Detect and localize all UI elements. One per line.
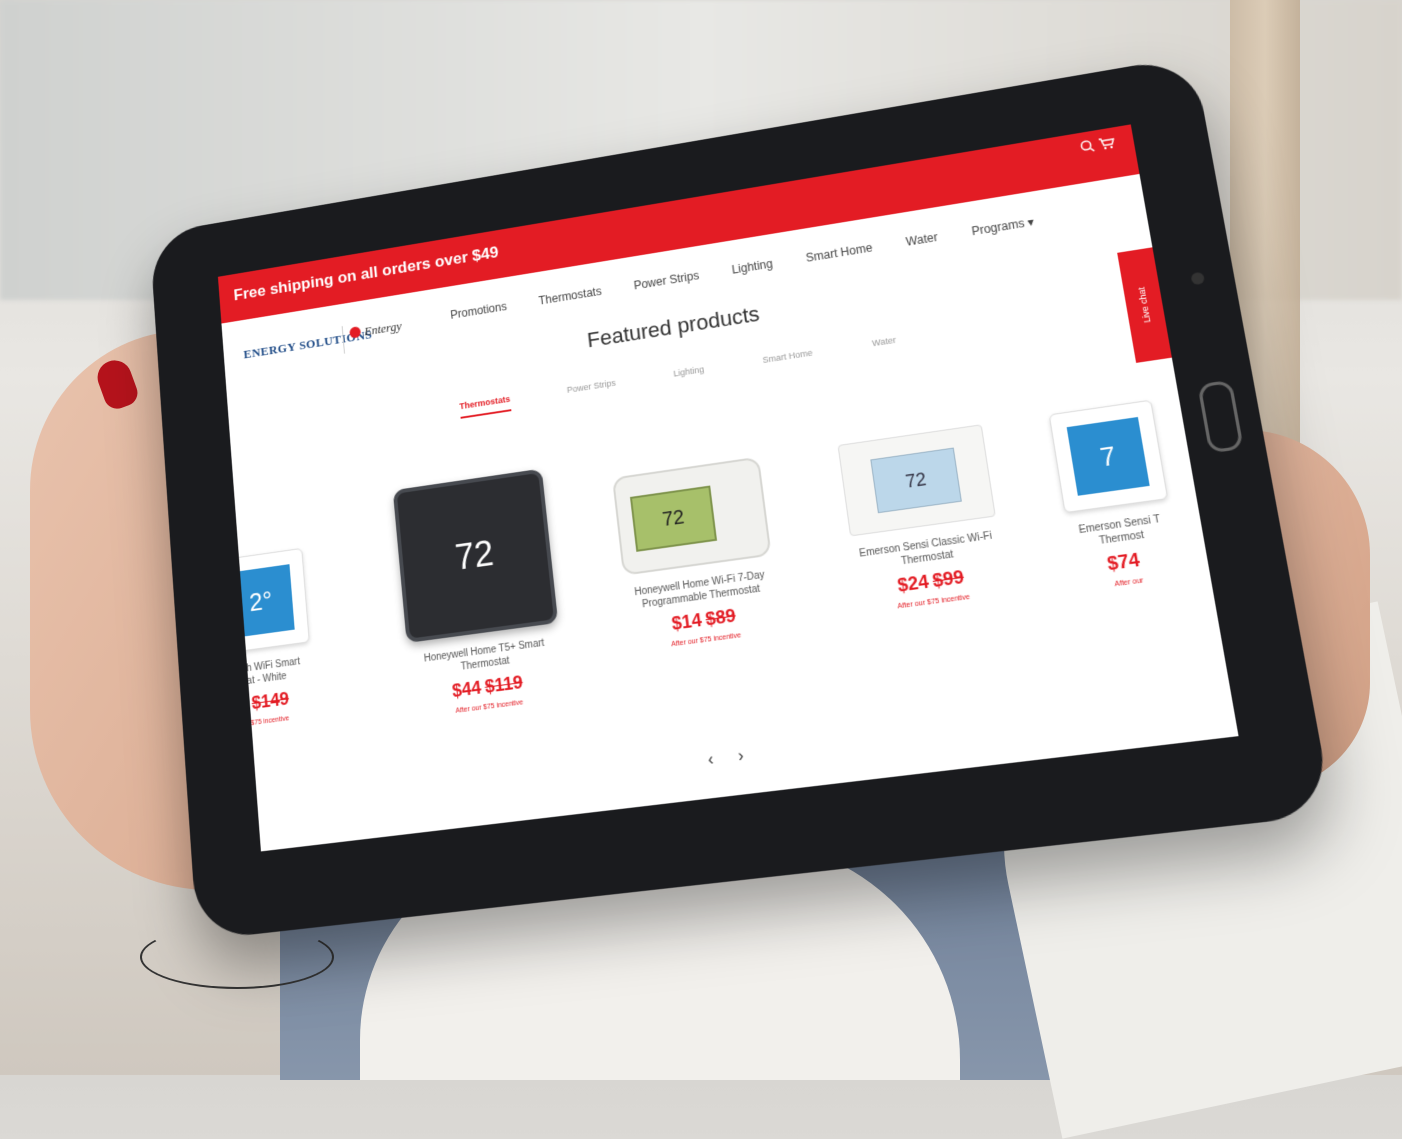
chevron-left-icon[interactable]: ‹ [707, 751, 715, 769]
tab-water[interactable]: Water [872, 335, 898, 356]
product-image: 72 [611, 456, 772, 576]
carousel-arrows: ‹ › [697, 746, 755, 771]
tab-smart-home[interactable]: Smart Home [762, 348, 814, 373]
price-new: $24 [896, 571, 931, 596]
price-new: $74 [1105, 549, 1142, 575]
thermostat-display: 2° [227, 564, 295, 639]
nav-promotions[interactable]: Promotions [450, 300, 508, 322]
thermostat-display: 72 [453, 532, 496, 578]
top-icons [1079, 135, 1117, 158]
tab-lighting[interactable]: Lighting [673, 364, 706, 386]
product-card[interactable]: 7 Emerson Sensi T Thermost $74 After our [1027, 396, 1205, 596]
tab-thermostats[interactable]: Thermostats [458, 394, 512, 419]
price-new [247, 694, 248, 714]
tablet-screen: Free shipping on all orders over $49 ENE… [217, 124, 1239, 852]
price-new: $44 [451, 677, 483, 702]
entergy-dot-icon [349, 325, 362, 339]
cart-icon[interactable] [1097, 136, 1116, 155]
home-button[interactable] [1197, 379, 1244, 454]
entergy-logo-text: Entergy [363, 318, 403, 339]
thermostat-display: 72 [629, 485, 718, 552]
product-card[interactable]: 72 Emerson Sensi Classic Wi-Fi Thermosta… [808, 420, 1038, 619]
camera-sensor [1190, 271, 1206, 286]
product-image: 2° [217, 547, 310, 655]
nav-power-strips[interactable]: Power Strips [633, 269, 700, 293]
nav-lighting[interactable]: Lighting [731, 257, 774, 277]
thermostat-display: 72 [870, 447, 962, 514]
price-old: $149 [250, 688, 290, 713]
product-card[interactable]: 72 Honeywell Home T5+ Smart Thermostat $… [373, 466, 587, 723]
incentive-note: $75 incentive [250, 715, 290, 728]
product-image: 72 [392, 468, 559, 644]
price-old [1142, 549, 1146, 570]
product-card[interactable]: 72 Honeywell Home Wi-Fi 7-Day Programmab… [588, 453, 807, 657]
nav-thermostats[interactable]: Thermostats [538, 284, 602, 307]
product-image: 7 [1048, 399, 1169, 514]
product-carousel: 2° ouch WiFi Smart at - White $149 $75 i… [217, 376, 1230, 805]
bracelet [140, 925, 334, 989]
price-old: $119 [483, 671, 524, 697]
chevron-right-icon[interactable]: › [737, 747, 745, 765]
entergy-logo[interactable]: Entergy [349, 319, 402, 342]
thermostat-display: 7 [1066, 416, 1150, 496]
price-old: $99 [931, 566, 966, 592]
price-old: $89 [704, 605, 737, 630]
nav-smart-home[interactable]: Smart Home [805, 241, 873, 265]
tab-power-strips[interactable]: Power Strips [566, 378, 617, 403]
live-chat-label: Live chat [1136, 286, 1153, 324]
product-card[interactable]: 2° ouch WiFi Smart at - White $149 $75 i… [217, 541, 364, 736]
nav-water[interactable]: Water [905, 230, 939, 248]
nav-programs[interactable]: Programs ▾ [971, 215, 1035, 238]
product-image: 72 [837, 424, 996, 537]
live-chat-tab[interactable]: Live chat [1117, 247, 1172, 363]
price-new: $14 [670, 609, 703, 634]
